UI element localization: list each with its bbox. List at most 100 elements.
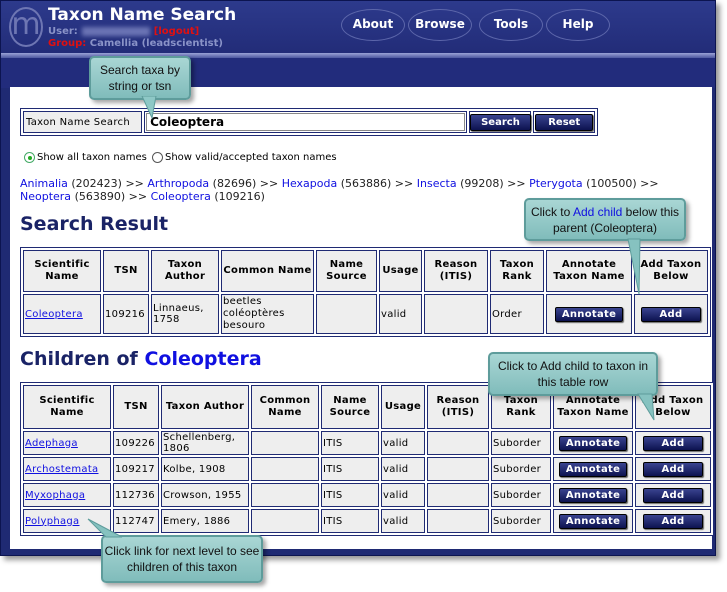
taxon-link[interactable]: Myxophaga [25,490,85,501]
nav-help[interactable]: Help [546,9,610,41]
table-header-row: Scientific Name TSN Taxon Author Common Nam… [23,250,708,292]
column-header: Taxon Rank [490,250,544,292]
column-header: Usage [379,250,422,292]
add-button[interactable]: Add [642,487,704,503]
tooltip-pointer [141,96,157,120]
reason-cell [427,431,489,455]
usage-cell: valid [381,457,425,481]
breadcrumb-link[interactable]: Insecta [417,177,457,190]
cell: Annotate [553,483,633,507]
author-cell: Linnaeus, 1758 [151,294,219,334]
username-redacted [81,26,150,36]
breadcrumb-link[interactable]: Coleoptera [151,190,211,203]
breadcrumb-tsn: (563890) [74,190,126,203]
breadcrumb-tsn: (100500) [586,177,637,190]
tsn-cell: 109217 [113,457,159,481]
breadcrumb-tsn: (202423) [71,177,122,190]
taxon-link[interactable]: Archostemata [25,464,99,475]
usage-cell: valid [381,509,425,533]
search-button[interactable]: Search [470,113,531,131]
column-header: Scientific Name [23,385,111,429]
reason-cell [427,509,489,533]
logout-link[interactable]: [logout] [154,26,199,37]
breadcrumb-link[interactable]: Pterygota [529,177,583,190]
common-name-cell [251,431,319,455]
children-heading-prefix: Children of [20,348,138,370]
radio-show-valid[interactable]: Show valid/accepted taxon names [152,152,337,163]
search-form: Taxon Name Search Search Reset [20,108,598,136]
rank-cell: Suborder [491,483,551,507]
breadcrumb-tsn: (99208) [460,177,504,190]
children-heading-taxon: Coleoptera [144,348,262,370]
tsn-cell: 109216 [103,294,149,334]
usage-cell: valid [381,431,425,455]
add-button[interactable]: Add [642,435,704,451]
usage-cell: valid [381,483,425,507]
rank-cell: Order [490,294,544,334]
cell: Add [635,483,711,507]
tooltip-text: Click to [530,204,573,219]
logo: m [9,7,43,47]
author-cell: Kolbe, 1908 [161,457,249,481]
tsn-cell: 112736 [113,483,159,507]
column-header: Scientific Name [23,250,101,292]
search-label: Taxon Name Search [23,111,143,133]
breadcrumb-link[interactable]: Hexapoda [282,177,338,190]
tooltip-add-parent: Click to Add child below this parent (Co… [524,198,686,241]
user-label: User: [48,26,78,37]
author-cell: Schellenberg, 1806 [161,431,249,455]
cell: Add [635,457,711,481]
annotate-button[interactable]: Annotate [558,435,628,451]
radio-label: Show valid/accepted taxon names [165,152,337,163]
tooltip-search: Search taxa by string or tsn [89,56,191,100]
user-info: User: [logout] [48,26,199,37]
common-name: besouro [223,320,266,331]
group-info: Group: Camellia (leadscientist) [48,38,223,49]
author-cell: Emery, 1886 [161,509,249,533]
nav-browse[interactable]: Browse [408,9,472,41]
column-header: Name Source [321,385,379,429]
common-name-cell [251,509,319,533]
tooltip-add-row: Click to Add child to taxon in this tabl… [488,352,658,396]
nav-tools[interactable]: Tools [479,9,543,41]
author-cell: Crowson, 1955 [161,483,249,507]
table-row: Adephaga 109226 Schellenberg, 1806 ITIS vali… [23,431,711,455]
search-input[interactable] [146,113,466,131]
radio-unchecked-icon[interactable] [152,152,163,163]
common-name-cell: beetles coléoptères besouro [221,294,314,334]
common-name-cell [251,457,319,481]
annotate-button[interactable]: Annotate [554,306,624,322]
taxon-link[interactable]: Polyphaga [25,516,79,527]
usage-cell: valid [379,294,422,334]
annotate-button[interactable]: Annotate [558,513,628,529]
column-header: Reason (ITIS) [424,250,488,292]
taxon-link[interactable]: Adephaga [25,438,78,449]
radio-show-all[interactable]: Show all taxon names [24,152,147,163]
cell: Myxophaga [23,483,111,507]
breadcrumb-tsn: (563886) [340,177,392,190]
table-row: Coleoptera 109216 Linnaeus, 1758 beetles… [23,294,708,334]
breadcrumb-link[interactable]: Arthropoda [147,177,209,190]
reset-button[interactable]: Reset [535,113,594,131]
breadcrumb-link[interactable]: Neoptera [20,190,71,203]
tooltip-pointer [627,238,641,295]
annotate-button[interactable]: Annotate [558,461,628,477]
children-heading: Children of Coleoptera [20,348,262,370]
add-button[interactable]: Add [642,461,704,477]
annotate-button[interactable]: Annotate [558,487,628,503]
column-header: TSN [113,385,159,429]
column-header: Usage [381,385,425,429]
name-source-cell: ITIS [321,457,379,481]
add-button[interactable]: Add [640,306,702,322]
nav-about[interactable]: About [341,9,405,41]
search-result-table: Scientific Name TSN Taxon Author Common Nam… [20,247,711,337]
column-header: Reason (ITIS) [427,385,489,429]
taxon-link[interactable]: Coleoptera [25,309,83,320]
header: m Taxon Name Search User: [logout] Group:… [1,1,715,53]
add-button[interactable]: Add [642,513,704,529]
radio-checked-icon[interactable] [24,152,35,163]
children-table: Scientific Name TSN Taxon Author Common Nam… [20,382,714,536]
breadcrumb-link[interactable]: Animalia [20,177,68,190]
reason-cell [427,457,489,481]
column-header: TSN [103,250,149,292]
